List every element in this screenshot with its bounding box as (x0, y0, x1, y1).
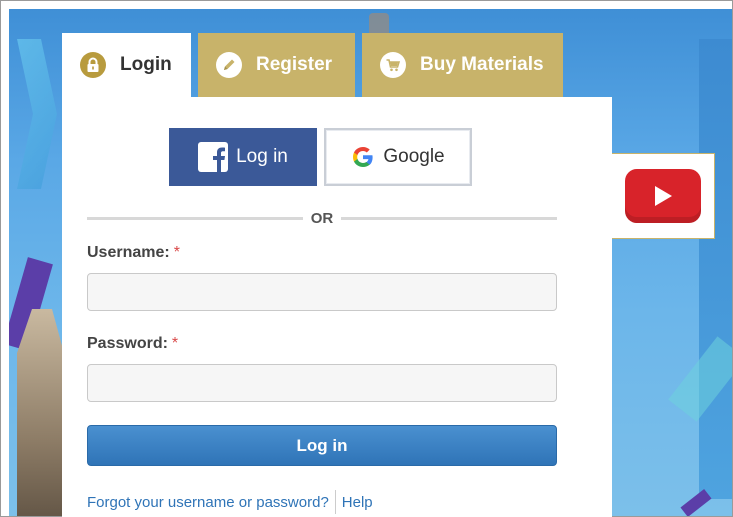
tab-buy-materials-label: Buy Materials (420, 54, 544, 75)
tab-login[interactable]: Login (62, 33, 191, 97)
help-link[interactable]: Help (342, 494, 373, 511)
or-text: OR (310, 209, 334, 227)
youtube-video-card[interactable] (612, 153, 715, 239)
required-marker: * (171, 335, 179, 352)
facebook-login-label: Log in (236, 146, 288, 167)
google-icon (351, 145, 375, 169)
shopping-cart-icon (380, 52, 406, 78)
decorative-purple-stripe-small (680, 489, 712, 516)
facebook-login-button[interactable]: Log in (169, 128, 317, 186)
link-separator (334, 490, 336, 514)
tab-buy-materials[interactable]: Buy Materials (362, 33, 563, 97)
building-tower-image (17, 309, 67, 516)
building-spire-image (369, 13, 389, 35)
divider-line-left (87, 216, 303, 220)
tab-login-label: Login (120, 54, 172, 75)
username-input[interactable] (87, 273, 557, 311)
youtube-play-icon (625, 169, 701, 223)
decorative-right-band (699, 39, 732, 499)
password-label-text: Password: (87, 335, 168, 352)
tab-register-label: Register (256, 54, 333, 75)
left-edge (1, 1, 9, 516)
password-input[interactable] (87, 364, 557, 402)
pencil-icon (216, 52, 242, 78)
forgot-credentials-link[interactable]: Forgot your username or password? (87, 494, 329, 511)
tab-register[interactable]: Register (198, 33, 355, 97)
divider-line-right (341, 216, 557, 220)
username-label-text: Username: (87, 244, 170, 261)
google-login-label: Google (383, 146, 445, 167)
required-marker: * (173, 244, 180, 261)
or-divider: OR (87, 209, 557, 227)
help-links: Forgot your username or password? Help (87, 490, 373, 514)
lock-icon (80, 52, 106, 78)
decorative-chevron (17, 39, 57, 189)
username-label: Username: * (87, 244, 180, 262)
top-edge (1, 1, 732, 9)
password-label: Password: * (87, 335, 178, 353)
google-login-button[interactable]: Google (324, 128, 472, 186)
facebook-icon (198, 142, 229, 172)
login-submit-button[interactable]: Log in (87, 425, 557, 466)
login-panel: Log in Google OR Username: * Password: * L… (62, 97, 612, 517)
